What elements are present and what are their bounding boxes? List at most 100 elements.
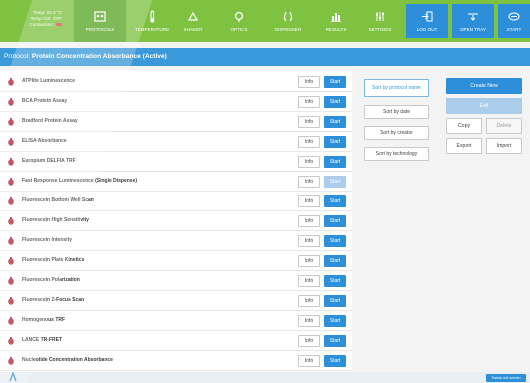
protocol-name: Nucleotide Concentration Absorbance [22,356,113,363]
sort-by-creator-label: Sort by creator [380,130,413,136]
protocol-row[interactable]: Fluorescein Intensity Info Start [0,231,352,252]
protocol-bullet-icon [8,336,14,345]
sort-by-date-button[interactable]: Sort by date [364,105,429,119]
protocol-row[interactable]: ATPlite Luminescence Info Start [0,72,352,92]
start-button[interactable]: START [498,4,530,38]
export-label: Export [456,143,472,149]
protocol-info-button[interactable]: Info [298,155,320,168]
tab-protocols-label: PROTOCOLS [85,27,115,32]
protocol-start-button[interactable]: Start [324,334,346,347]
tab-optics[interactable]: OPTICS [214,0,264,42]
tab-temperature[interactable]: TEMPERATURE [126,0,178,42]
results-icon [331,13,341,22]
edit-button[interactable]: Edit [446,98,522,114]
tab-dispenser[interactable]: DISPENSER [266,0,310,42]
protocol-start-button[interactable]: Start [324,115,346,128]
protocol-start-button[interactable]: Start [324,195,346,208]
logout-button[interactable]: LOG OUT [406,4,448,38]
open-tray-button[interactable]: OPEN TRAY [452,4,494,38]
protocol-bullet-icon [8,117,14,126]
protocol-info-button[interactable]: Info [298,135,320,148]
start-icon [508,11,520,21]
protocol-info-button[interactable]: Info [298,314,320,327]
protocol-row[interactable]: Fluorescein Polarization Info Start [0,271,352,291]
protocol-name: Fluorescein Bottom Well Scan [22,197,94,204]
protocol-start-button[interactable]: Start [324,314,346,327]
protocol-info-button[interactable]: Info [298,175,320,188]
protocols-icon [94,11,106,22]
protocol-info-button[interactable]: Info [298,294,320,307]
protocol-row[interactable]: Nucleotide Concentration Absorbance Info S… [0,351,352,371]
protocol-start-button[interactable]: Start [324,255,346,268]
create-new-button[interactable]: Create New [446,78,522,94]
delete-button[interactable]: Delete [486,118,522,134]
protocol-info-button[interactable]: Info [298,354,320,367]
protocol-row[interactable]: Fluorescein Z-Focus Scan Info Start [0,291,352,311]
sort-by-creator-button[interactable]: Sort by creator [364,126,429,140]
protocol-info-button[interactable]: Info [298,235,320,248]
tab-protocols[interactable]: PROTOCOLS [74,0,126,42]
protocol-row[interactable]: BCA Protein Assay Info Start [0,92,352,112]
active-protocol-bar: Protocol: Protein Concentration Absorban… [0,48,530,66]
protocol-start-button[interactable]: Start [324,155,346,168]
protocol-bullet-icon [8,316,14,325]
sort-by-technology-button[interactable]: Sort by technology [364,147,429,161]
protocol-info-button[interactable]: Info [298,255,320,268]
open-tray-label: OPEN TRAY [459,26,487,32]
fullscreen-label: Tweak full screen [491,376,521,380]
protocol-row[interactable]: ELISA Absorbance Info Start [0,132,352,152]
protocol-info-button[interactable]: Info [298,334,320,347]
protocol-start-button[interactable]: Start [324,95,346,108]
protocol-bullet-icon [8,78,14,86]
tab-results[interactable]: RESULTS [316,0,356,42]
protocol-start-button[interactable]: Start [324,235,346,248]
import-label: Import [496,143,512,149]
protocol-row[interactable]: Europium DELFIA TRF Info Start [0,152,352,172]
tab-shaker[interactable]: SHAKER [178,0,208,42]
protocol-bullet-icon [8,257,14,265]
protocol-info-button[interactable]: Info [298,195,320,208]
protocol-row[interactable]: Homogenous TRF Info Start [0,311,352,331]
active-protocol-name: Protein Concentration Absorbance (Active… [31,53,167,60]
protocol-start-button[interactable]: Start [324,215,346,228]
sort-by-name-button[interactable]: Sort by protocol name [364,79,429,97]
protocol-row[interactable]: Fluorescein Bottom Well Scan Info Start [0,191,352,212]
dispenser-icon [283,11,293,22]
protocol-row[interactable]: Fast Response Luminescence (Single Dispe… [0,172,352,192]
protocol-name: Homogenous TRF [22,316,66,323]
protocol-name: Fluorescein Polarization [22,277,80,283]
protocol-name: Fluorescein High Sensitivity [22,217,89,224]
protocol-start-button[interactable]: Start [324,294,346,307]
protocol-name: Fast Response Luminescence (Single Dispe… [22,177,138,184]
connection-label: Connection: [29,22,54,27]
protocol-row[interactable]: Fluorescein High Sensitivity Info Start [0,211,352,232]
logout-icon [422,11,433,21]
protocol-info-button[interactable]: Info [298,115,320,128]
open-tray-icon [468,13,478,21]
start-label: START [506,26,522,32]
protocol-bullet-icon [8,296,14,305]
tab-settings[interactable]: SETTINGS [360,0,400,42]
protocol-bullet-icon [8,177,14,186]
protocol-start-button[interactable]: Start [324,275,346,287]
protocol-start-button[interactable]: Start [324,135,346,148]
protocol-row[interactable]: LANCE TR-FRET Info Start [0,331,352,351]
protocol-info-button[interactable]: Info [298,215,320,228]
settings-icon [376,12,384,21]
export-button[interactable]: Export [446,138,482,154]
import-button[interactable]: Import [486,138,522,154]
protocol-name: LANCE TR-FRET [22,336,62,343]
protocol-name: Fluorescein Plate Kinetics [22,257,85,264]
protocol-start-button[interactable]: Start [324,354,346,367]
protocol-info-button[interactable]: Info [298,76,320,88]
protocol-row[interactable]: Fluorescein Plate Kinetics Info Start [0,251,352,272]
tab-settings-label: SETTINGS [368,27,392,32]
protocol-info-button[interactable]: Info [298,95,320,108]
protocol-info-button[interactable]: Info [298,275,320,287]
protocol-start-button[interactable]: Start [324,175,346,188]
protocol-row[interactable]: Bradford Protein Assay Info Start [0,112,352,132]
protocol-name: Bradford Protein Assay [22,117,78,124]
fullscreen-button[interactable]: Tweak full screen [486,374,526,382]
copy-button[interactable]: Copy [446,118,482,134]
protocol-start-button[interactable]: Start [324,76,346,88]
